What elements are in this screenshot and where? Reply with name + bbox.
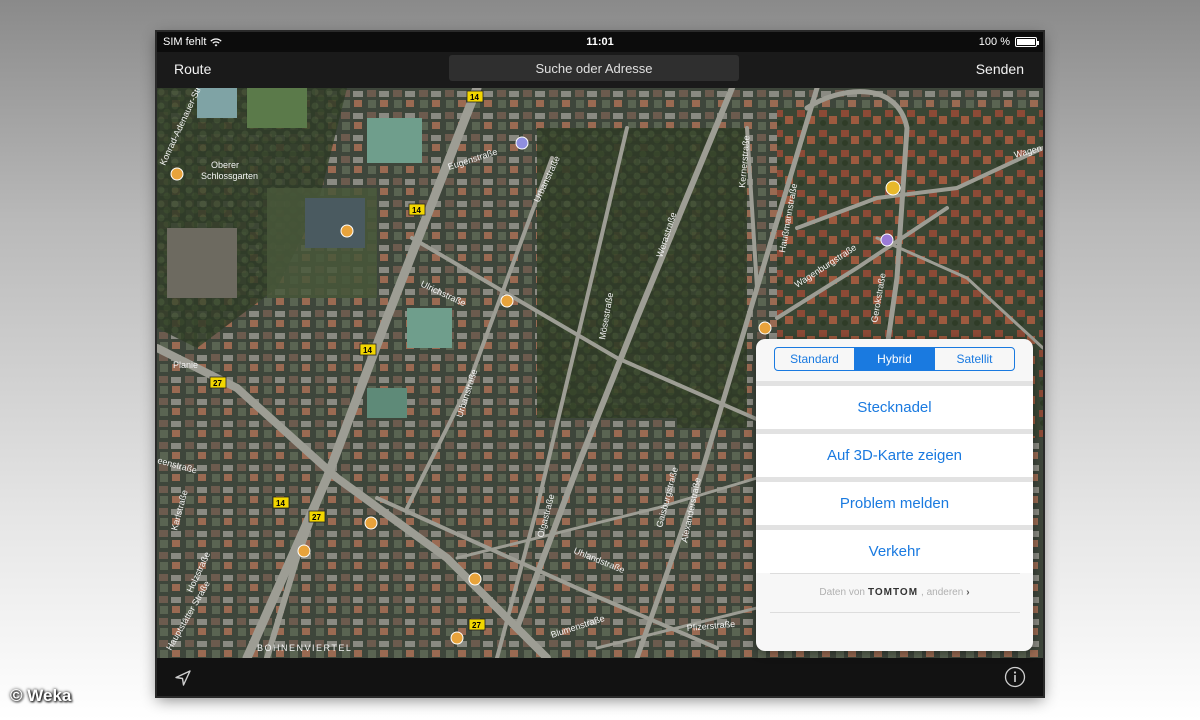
menu-item-report-problem[interactable]: Problem melden bbox=[756, 482, 1033, 525]
district-label-bohnenviertel: BOHNENVIERTEL bbox=[257, 643, 352, 653]
poi-marker[interactable] bbox=[885, 180, 901, 196]
send-button[interactable]: Senden bbox=[976, 61, 1024, 77]
location-arrow-icon[interactable] bbox=[173, 668, 193, 688]
copyright-watermark: © Weka bbox=[10, 686, 72, 705]
divider bbox=[770, 612, 1020, 613]
menu-item-traffic[interactable]: Verkehr bbox=[756, 530, 1033, 573]
credit-suffix: , anderen bbox=[921, 586, 964, 598]
chevron-right-icon: › bbox=[966, 586, 970, 598]
map-options-popover: Standard Hybrid Satellit Stecknadel Auf … bbox=[756, 339, 1033, 651]
poi-marker[interactable] bbox=[880, 233, 894, 247]
park-label-oberer: Oberer bbox=[211, 160, 239, 170]
data-credit-link[interactable]: Daten von TOMTOM , anderen › bbox=[756, 582, 1033, 602]
route-button[interactable]: Route bbox=[174, 61, 211, 77]
tomtom-logo: TOMTOM bbox=[867, 586, 919, 598]
divider bbox=[770, 573, 1020, 574]
poi-marker[interactable] bbox=[340, 224, 354, 238]
menu-item-stecknadel[interactable]: Stecknadel bbox=[756, 386, 1033, 429]
route-badge-27: 27 bbox=[472, 621, 481, 630]
poi-marker[interactable] bbox=[297, 544, 311, 558]
poi-marker[interactable] bbox=[450, 631, 464, 645]
segment-satellit[interactable]: Satellit bbox=[935, 348, 1014, 370]
credit-prefix: Daten von bbox=[819, 586, 865, 598]
status-bar: SIM fehlt 11:01 100 % bbox=[157, 32, 1043, 52]
status-right: 100 % bbox=[978, 36, 1039, 48]
bottom-toolbar bbox=[157, 658, 1043, 696]
segment-hybrid[interactable]: Hybrid bbox=[855, 348, 935, 370]
navigation-bar: Route Suche oder Adresse Senden bbox=[157, 52, 1043, 88]
menu-item-3d-map[interactable]: Auf 3D-Karte zeigen bbox=[756, 434, 1033, 477]
park-label-schlossgarten: Schlossgarten bbox=[201, 171, 258, 181]
battery-percent: 100 % bbox=[978, 36, 1010, 48]
poi-marker[interactable] bbox=[170, 167, 184, 181]
route-badge-14: 14 bbox=[412, 206, 421, 215]
info-icon[interactable] bbox=[1004, 666, 1026, 688]
battery-icon bbox=[1015, 37, 1039, 47]
route-badge-27: 27 bbox=[312, 513, 321, 522]
poi-marker[interactable] bbox=[500, 294, 514, 308]
poi-marker[interactable] bbox=[468, 572, 482, 586]
route-badge-14: 14 bbox=[470, 93, 479, 102]
search-field[interactable]: Suche oder Adresse bbox=[449, 55, 739, 81]
route-badge-14: 14 bbox=[276, 499, 285, 508]
street-label-planie: Planie bbox=[173, 360, 198, 370]
poi-marker[interactable] bbox=[364, 516, 378, 530]
route-badge-14: 14 bbox=[363, 346, 372, 355]
map-type-segmented-control: Standard Hybrid Satellit bbox=[774, 347, 1015, 371]
search-placeholder: Suche oder Adresse bbox=[535, 60, 653, 76]
clock-text: 11:01 bbox=[586, 36, 614, 48]
route-badge-27: 27 bbox=[213, 379, 222, 388]
poi-marker[interactable] bbox=[515, 136, 529, 150]
segment-standard[interactable]: Standard bbox=[775, 348, 855, 370]
poi-marker[interactable] bbox=[758, 321, 772, 335]
